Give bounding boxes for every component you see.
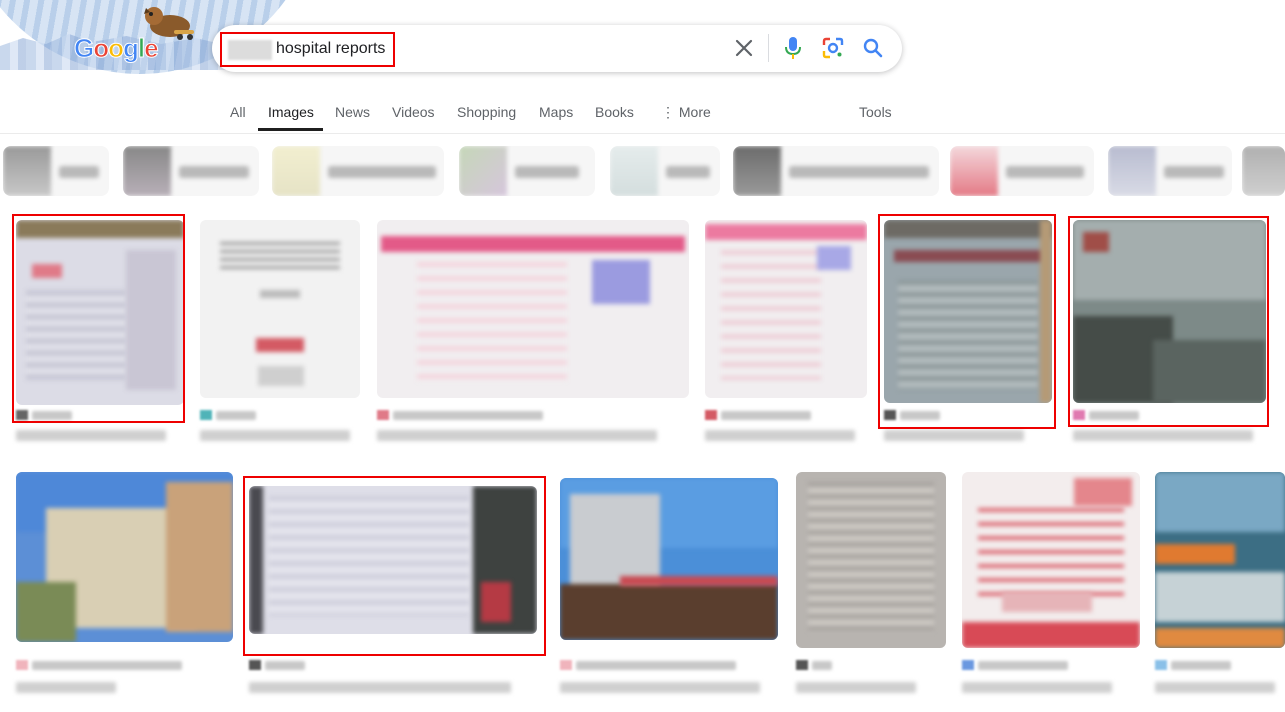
tab-news[interactable]: News [335, 104, 370, 120]
result-thumbnail [962, 472, 1140, 648]
search-icon [863, 38, 883, 58]
image-result[interactable] [796, 472, 946, 696]
logo-letter: o [93, 33, 110, 64]
image-result[interactable] [705, 220, 867, 446]
image-result[interactable] [16, 472, 233, 696]
chip-thumbnail [733, 146, 781, 196]
lens-search-button[interactable] [820, 35, 846, 61]
tab-videos[interactable]: Videos [392, 104, 435, 120]
query-highlight-box [220, 32, 395, 67]
image-result[interactable] [962, 472, 1140, 696]
chip-thumbnail [1242, 146, 1285, 196]
filter-chip[interactable] [3, 146, 109, 196]
result-thumbnail [16, 472, 233, 642]
tab-images[interactable]: Images [268, 104, 314, 120]
logo-letter: G [73, 33, 94, 64]
chip-thumbnail [950, 146, 998, 196]
search-separator [768, 34, 769, 62]
result-thumbnail [200, 220, 360, 398]
filter-chip[interactable] [733, 146, 939, 196]
filter-chip[interactable] [459, 146, 595, 196]
tab-all[interactable]: All [230, 104, 246, 120]
chip-label [1164, 166, 1224, 178]
microphone-icon [785, 37, 801, 59]
result-thumbnail [377, 220, 689, 398]
doodle-logo-text: Google [73, 33, 160, 64]
chip-thumbnail [123, 146, 171, 196]
result-thumbnail [1155, 472, 1285, 648]
chip-thumbnail [3, 146, 51, 196]
image-result[interactable] [377, 220, 689, 446]
filter-chip[interactable] [272, 146, 444, 196]
filter-chip[interactable] [1108, 146, 1232, 196]
chip-label [789, 166, 929, 178]
result-thumbnail [560, 478, 778, 640]
highlight-box [1068, 216, 1269, 427]
filter-chip[interactable] [1242, 146, 1285, 196]
active-tab-indicator [258, 128, 323, 131]
highlight-box [243, 476, 546, 656]
voice-search-button[interactable] [780, 35, 806, 61]
close-icon [735, 39, 753, 57]
clear-search-button[interactable] [731, 35, 757, 61]
tools-button[interactable]: Tools [859, 104, 892, 120]
chip-thumbnail [1108, 146, 1156, 196]
chip-label [328, 166, 436, 178]
image-result[interactable] [200, 220, 360, 446]
highlight-box [12, 214, 185, 423]
camera-lens-icon [822, 37, 844, 59]
chip-label [59, 166, 99, 178]
search-button[interactable] [860, 35, 886, 61]
highlight-box [878, 214, 1056, 429]
image-result[interactable] [560, 478, 778, 696]
chip-label [515, 166, 579, 178]
tabs-divider [0, 133, 1285, 134]
tab-more[interactable]: ⋮ More [661, 104, 711, 121]
logo-letter: e [144, 33, 160, 64]
tab-shopping[interactable]: Shopping [457, 104, 516, 120]
chip-thumbnail [459, 146, 507, 196]
result-thumbnail [796, 472, 946, 648]
result-thumbnail [705, 220, 867, 398]
chip-thumbnail [272, 146, 320, 196]
chip-thumbnail [610, 146, 658, 196]
image-result[interactable] [1155, 472, 1285, 696]
chip-label [179, 166, 249, 178]
tab-books[interactable]: Books [595, 104, 634, 120]
filter-chip[interactable] [950, 146, 1094, 196]
filter-chip[interactable] [610, 146, 720, 196]
chip-label [666, 166, 710, 178]
chip-label [1006, 166, 1084, 178]
logo-letter: g [123, 33, 140, 64]
filter-chip[interactable] [123, 146, 259, 196]
logo-letter: o [108, 33, 125, 64]
tab-maps[interactable]: Maps [539, 104, 573, 120]
